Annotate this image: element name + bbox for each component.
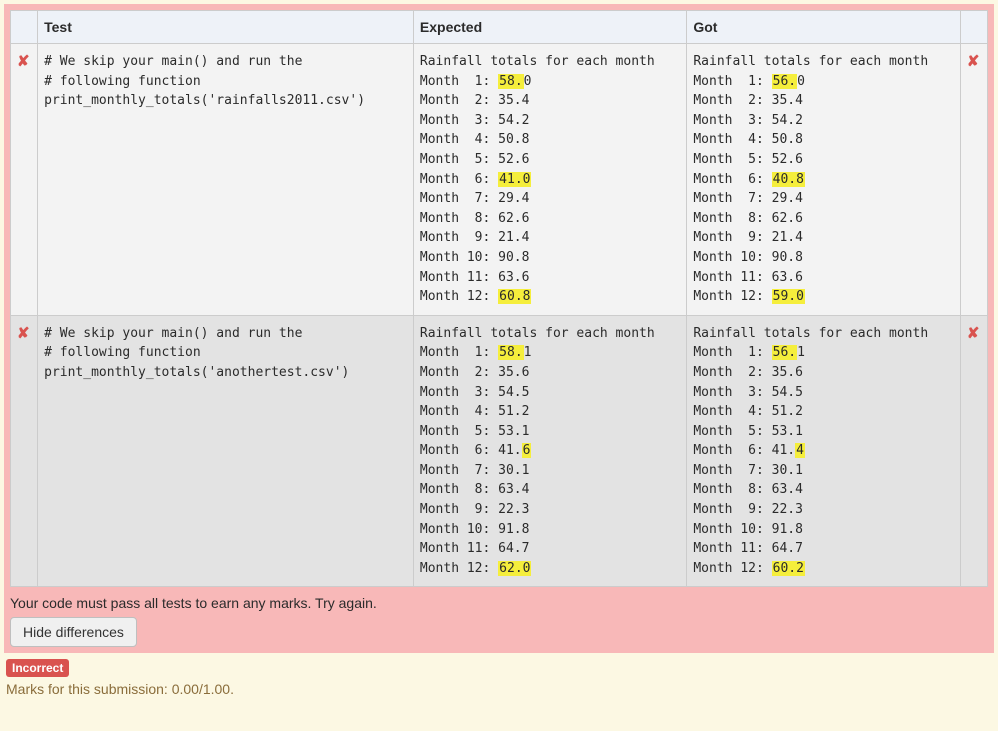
cross-icon: ✘ <box>17 53 30 70</box>
diff-highlight: 4 <box>795 443 805 458</box>
expected-output: Rainfall totals for each month Month 1: … <box>420 324 680 579</box>
status-badge: Incorrect <box>6 659 69 677</box>
result-panel: Test Expected Got ✘ # We skip your main()… <box>4 4 994 653</box>
header-got: Got <box>687 11 960 44</box>
expected-cell: Rainfall totals for each month Month 1: … <box>413 315 686 587</box>
test-code-cell: # We skip your main() and run the # foll… <box>38 44 414 316</box>
diff-highlight: 56. <box>772 74 797 89</box>
diff-highlight: 59.0 <box>772 289 805 304</box>
header-empty-right <box>960 11 987 44</box>
test-code: # We skip your main() and run the # foll… <box>44 52 407 111</box>
cross-icon: ✘ <box>967 325 980 342</box>
diff-highlight: 62.0 <box>498 561 531 576</box>
grade-summary: Incorrect Marks for this submission: 0.0… <box>6 659 992 697</box>
got-cell: Rainfall totals for each month Month 1: … <box>687 315 960 587</box>
test-code: # We skip your main() and run the # foll… <box>44 324 407 383</box>
diff-highlight: 40.8 <box>772 172 805 187</box>
expected-output: Rainfall totals for each month Month 1: … <box>420 52 680 307</box>
expected-cell: Rainfall totals for each month Month 1: … <box>413 44 686 316</box>
got-output: Rainfall totals for each month Month 1: … <box>693 324 953 579</box>
marks-text: Marks for this submission: 0.00/1.00. <box>6 681 992 697</box>
diff-highlight: 58. <box>498 345 523 360</box>
diff-highlight: 60.2 <box>772 561 805 576</box>
results-table: Test Expected Got ✘ # We skip your main()… <box>10 10 988 587</box>
diff-highlight: 56. <box>772 345 797 360</box>
diff-highlight: 60.8 <box>498 289 531 304</box>
got-output: Rainfall totals for each month Month 1: … <box>693 52 953 307</box>
result-icon-left: ✘ <box>11 315 38 587</box>
diff-highlight: 58. <box>498 74 523 89</box>
result-icon-left: ✘ <box>11 44 38 316</box>
result-icon-right: ✘ <box>960 44 987 316</box>
diff-highlight: 41.0 <box>498 172 531 187</box>
cross-icon: ✘ <box>967 53 980 70</box>
test-code-cell: # We skip your main() and run the # foll… <box>38 315 414 587</box>
diff-highlight: 6 <box>522 443 532 458</box>
header-expected: Expected <box>413 11 686 44</box>
header-test: Test <box>38 11 414 44</box>
got-cell: Rainfall totals for each month Month 1: … <box>687 44 960 316</box>
fail-message: Your code must pass all tests to earn an… <box>10 595 988 611</box>
toggle-differences-button[interactable]: Hide differences <box>10 617 137 647</box>
cross-icon: ✘ <box>17 325 30 342</box>
table-row: ✘ # We skip your main() and run the # fol… <box>11 44 988 316</box>
result-icon-right: ✘ <box>960 315 987 587</box>
header-empty-left <box>11 11 38 44</box>
table-row: ✘ # We skip your main() and run the # fol… <box>11 315 988 587</box>
